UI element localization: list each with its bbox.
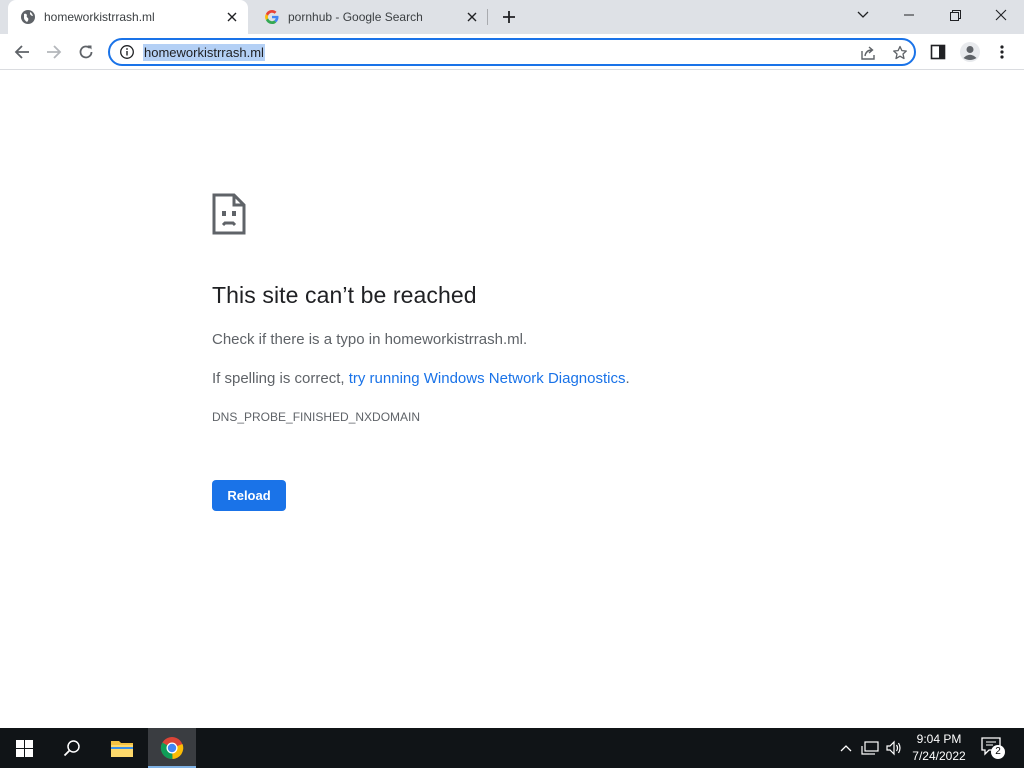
restore-button[interactable]: [932, 0, 978, 30]
side-panel-button[interactable]: [924, 38, 952, 66]
arrow-left-icon: [14, 45, 29, 59]
notification-badge: 2: [991, 745, 1005, 759]
error-suggestion-typo: Check if there is a typo in homeworkistr…: [212, 331, 528, 348]
profile-button[interactable]: [956, 38, 984, 66]
network-icon[interactable]: [860, 738, 880, 758]
error-code: DNS_PROBE_FINISHED_NXDOMAIN: [212, 410, 421, 424]
chrome-icon: [160, 737, 184, 760]
windows-logo-icon: [15, 739, 33, 757]
new-tab-button[interactable]: [497, 5, 521, 29]
tab-strip: homeworkistrrash.ml pornhub - Google Sea…: [0, 0, 1024, 34]
address-url[interactable]: homeworkistrrash.ml: [143, 44, 265, 61]
kebab-menu-icon: [1000, 45, 1004, 59]
tab-title: homeworkistrrash.ml: [44, 10, 155, 24]
globe-icon: [20, 9, 36, 25]
share-icon[interactable]: [857, 42, 879, 64]
avatar-icon: [960, 42, 980, 62]
error-title: This site can’t be reached: [212, 282, 477, 308]
error-suggestion-suffix: .: [625, 370, 630, 387]
taskbar-search-button[interactable]: [48, 728, 96, 768]
search-icon: [63, 740, 80, 757]
clock-date: 7/24/2022: [912, 749, 966, 763]
close-window-button[interactable]: [978, 0, 1024, 30]
arrow-right-icon: [47, 45, 62, 59]
chrome-taskbar-button[interactable]: [148, 728, 196, 768]
tray-chevron-up-icon[interactable]: [836, 738, 856, 758]
file-explorer-button[interactable]: [98, 728, 146, 768]
menu-button[interactable]: [988, 38, 1016, 66]
error-suggestion-diagnostics: If spelling is correct, try running Wind…: [212, 370, 630, 387]
address-bar[interactable]: homeworkistrrash.ml: [108, 38, 916, 66]
folder-icon: [111, 741, 133, 757]
start-button[interactable]: [0, 728, 48, 768]
plus-icon: [503, 11, 515, 23]
browser-toolbar: homeworkistrrash.ml: [0, 34, 1024, 70]
clock-time: 9:04 PM: [916, 732, 962, 746]
taskbar-clock[interactable]: 9:04 PM 7/24/2022: [900, 731, 978, 765]
restore-icon: [949, 9, 961, 21]
tab-close-icon[interactable]: [222, 7, 242, 27]
tab-active[interactable]: homeworkistrrash.ml: [8, 0, 248, 34]
bookmark-star-icon[interactable]: [889, 42, 911, 64]
chevron-down-icon: [857, 11, 869, 18]
refresh-icon: [79, 45, 93, 59]
back-button[interactable]: [8, 38, 36, 66]
minimize-button[interactable]: [886, 0, 932, 30]
tab-divider: [487, 9, 488, 25]
forward-button[interactable]: [40, 38, 68, 66]
minimize-icon: [904, 14, 914, 16]
tab-title: pornhub - Google Search: [288, 10, 423, 24]
tab-close-icon[interactable]: [462, 7, 482, 27]
reload-toolbar-button[interactable]: [72, 38, 100, 66]
close-icon: [995, 9, 1007, 21]
tab-inactive[interactable]: pornhub - Google Search: [252, 0, 488, 34]
page-content: This site can’t be reached Check if ther…: [0, 71, 1024, 728]
reload-button[interactable]: Reload: [212, 480, 286, 511]
side-panel-icon: [930, 44, 946, 60]
network-diagnostics-link[interactable]: try running Windows Network Diagnostics: [349, 370, 626, 387]
sad-page-icon: [212, 193, 246, 235]
info-icon[interactable]: [119, 44, 135, 60]
action-center-button[interactable]: 2: [980, 736, 1008, 760]
tab-search-button[interactable]: [840, 0, 886, 30]
google-g-icon: [264, 9, 280, 25]
windows-taskbar: 9:04 PM 7/24/2022 2: [0, 728, 1024, 768]
error-suggestion-prefix: If spelling is correct,: [212, 370, 349, 387]
